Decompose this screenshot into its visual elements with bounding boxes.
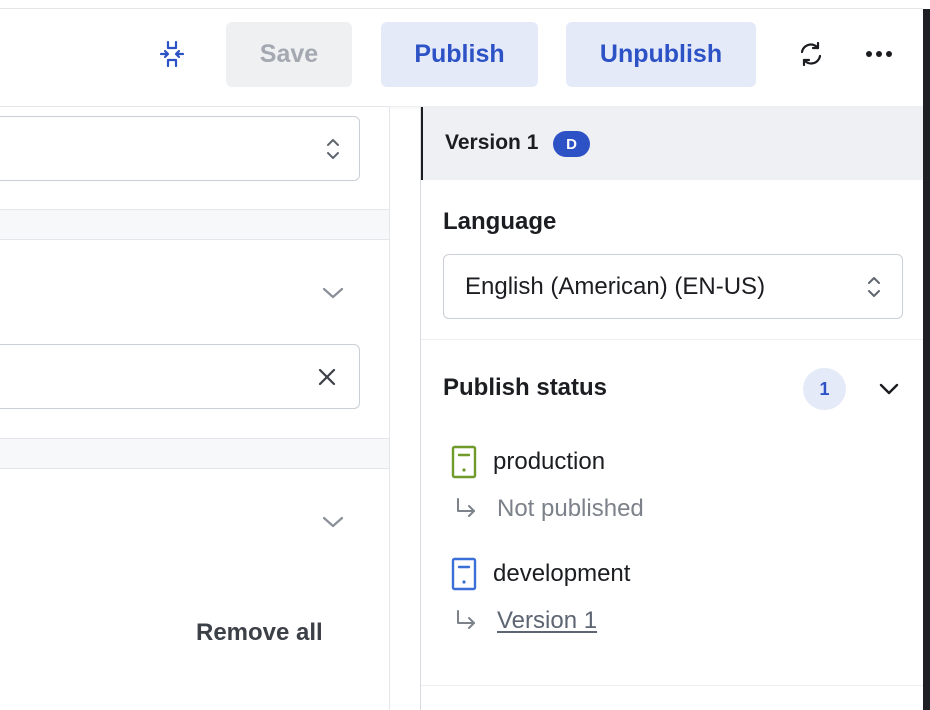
divider [421, 685, 924, 686]
version-label: Version 1 [445, 131, 539, 154]
close-icon[interactable] [317, 367, 337, 387]
chevron-updown-icon [868, 277, 880, 297]
right-panel: Version 1 D Language English (American) … [420, 107, 924, 710]
refresh-icon [800, 41, 822, 67]
environment-name: development [493, 560, 631, 587]
more-button[interactable] [862, 37, 896, 71]
top-bar-strip [0, 0, 923, 9]
refresh-button[interactable] [794, 37, 828, 71]
publish-button[interactable]: Publish [381, 22, 538, 87]
unpublish-button[interactable]: Unpublish [566, 22, 756, 87]
filter-input[interactable] [0, 344, 360, 409]
collapse-icon [159, 40, 185, 68]
filter-card [0, 239, 389, 439]
sub-arrow-icon [457, 610, 475, 629]
chevron-down-icon[interactable] [879, 382, 899, 396]
environment-status: Not published [497, 495, 644, 522]
server-icon [451, 445, 477, 479]
publish-status-count-badge: 1 [803, 368, 846, 410]
select-card [0, 106, 389, 210]
toolbar: Save Publish Unpublish [0, 9, 923, 107]
version-link[interactable]: Version 1 [497, 607, 597, 635]
remove-all-button[interactable]: Remove all [196, 619, 323, 647]
collapse-button[interactable] [156, 37, 188, 71]
language-value: English (American) (EN-US) [465, 273, 766, 300]
language-title: Language [443, 208, 557, 235]
publish-status-title: Publish status [443, 374, 608, 401]
left-panel: Remove all [0, 106, 390, 710]
more-icon [866, 51, 892, 57]
window-edge [923, 0, 930, 710]
tags-card [0, 468, 389, 710]
environment-name: production [493, 448, 606, 475]
server-icon [451, 557, 477, 591]
language-select[interactable]: English (American) (EN-US) [443, 254, 903, 319]
select-field[interactable] [0, 116, 360, 181]
version-status-badge: D [553, 131, 590, 157]
sub-arrow-icon [457, 498, 475, 517]
version-header[interactable]: Version 1 D [421, 107, 924, 180]
chevron-updown-icon [327, 139, 339, 159]
chevron-down-icon[interactable] [322, 515, 344, 529]
divider [421, 339, 924, 340]
save-button[interactable]: Save [226, 22, 352, 87]
chevron-down-icon[interactable] [322, 286, 344, 300]
